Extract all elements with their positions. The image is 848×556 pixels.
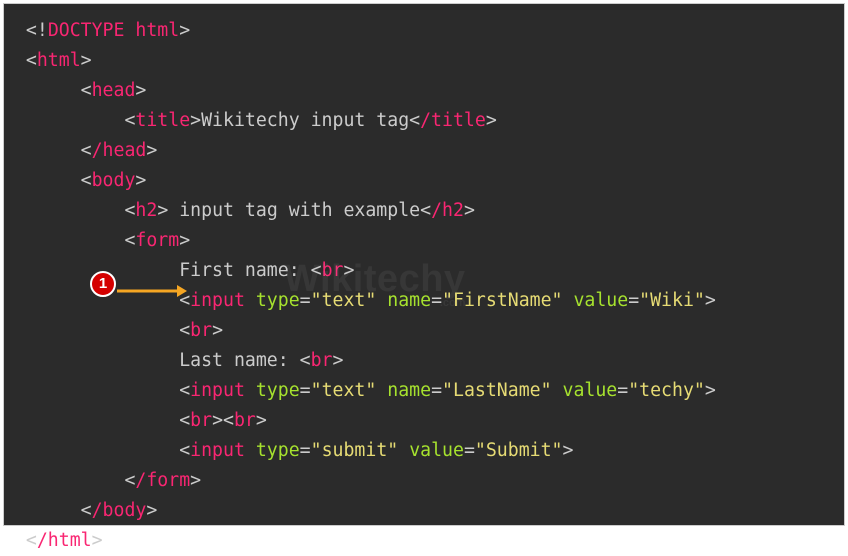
code-line: Last name: <br> [4,346,844,376]
code-editor: Wikitechy .com 1 <!DOCTYPE html> <html> … [3,3,845,526]
badge-number: 1 [99,269,107,299]
code-line: <h2> input tag with example</h2> [4,196,844,226]
code-line: <head> [4,76,844,106]
code-line: <br> [4,316,844,346]
code-line: </form> [4,466,844,496]
code-line: <input type="submit" value="Submit"> [4,436,844,466]
code-line: </html> [4,526,844,556]
code-line: <!DOCTYPE html> [4,16,844,46]
code-line: <title>Wikitechy input tag</title> [4,106,844,136]
callout-badge-1: 1 [90,271,116,297]
code-line: <body> [4,166,844,196]
code-line: <html> [4,46,844,76]
code-line: </head> [4,136,844,166]
code-line: <br><br> [4,406,844,436]
callout-arrow [117,278,187,292]
code-line: <form> [4,226,844,256]
code-line: <input type="text" name="LastName" value… [4,376,844,406]
code-line: </body> [4,496,844,526]
